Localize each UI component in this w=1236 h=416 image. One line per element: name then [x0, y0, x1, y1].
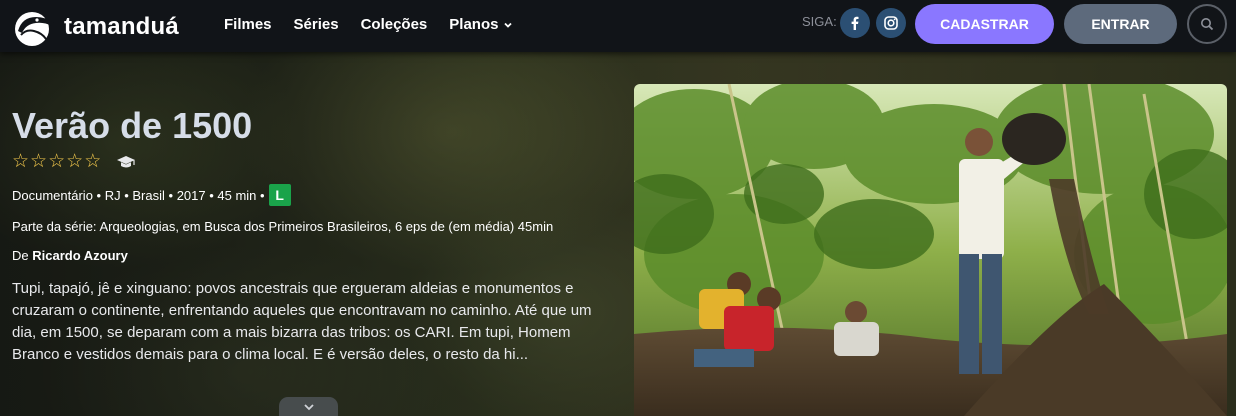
star-2-icon[interactable]: ☆	[30, 150, 47, 173]
nav-link-planos[interactable]: Planos	[449, 16, 513, 33]
login-button[interactable]: ENTRAR	[1064, 4, 1177, 44]
film-title: Verão de 1500	[12, 105, 253, 146]
follow-label: SIGA:	[802, 14, 837, 29]
age-rating-badge: L	[268, 184, 291, 206]
top-navbar: tamanduá Filmes Séries Coleções Planos S…	[0, 0, 1236, 52]
star-1-icon[interactable]: ☆	[12, 150, 29, 173]
star-5-icon[interactable]: ☆	[84, 150, 101, 173]
nav-link-series[interactable]: Séries	[294, 16, 339, 33]
director-name[interactable]: Ricardo Azoury	[32, 248, 128, 263]
film-still-image	[634, 84, 1227, 416]
search-icon	[1201, 18, 1214, 31]
instagram-icon	[884, 16, 898, 30]
meta-separator: •	[256, 187, 265, 203]
director-prefix: De	[12, 248, 29, 263]
facebook-icon	[851, 16, 859, 30]
chevron-down-icon	[504, 22, 513, 28]
main-nav: Filmes Séries Coleções Planos	[224, 16, 535, 33]
graduation-cap-icon	[117, 155, 136, 167]
brand-logo[interactable]: tamanduá	[12, 7, 179, 47]
film-genre: Documentário	[12, 187, 93, 203]
series-info: Parte da série: Arqueologias, em Busca d…	[12, 219, 554, 234]
star-4-icon[interactable]: ☆	[66, 150, 83, 173]
star-rating: ☆ ☆ ☆ ☆ ☆	[12, 150, 136, 173]
signup-button[interactable]: CADASTRAR	[915, 4, 1054, 44]
star-3-icon[interactable]: ☆	[48, 150, 65, 173]
film-duration: 45 min	[217, 187, 257, 203]
expand-synopsis-button[interactable]	[279, 397, 338, 416]
chevron-down-icon	[303, 403, 314, 410]
facebook-link[interactable]	[840, 8, 870, 38]
film-country: Brasil	[132, 187, 165, 203]
brand-name: tamanduá	[64, 13, 179, 40]
instagram-link[interactable]	[876, 8, 906, 38]
film-state: RJ	[104, 187, 121, 203]
anteater-logo-icon	[15, 12, 54, 46]
search-button[interactable]	[1187, 4, 1227, 44]
nav-link-colecoes[interactable]: Coleções	[361, 16, 428, 33]
director-line: De Ricardo Azoury	[12, 248, 128, 263]
film-synopsis: Tupi, tapajó, jê e xinguano: povos ances…	[12, 280, 592, 363]
meta-separator: •	[164, 187, 177, 203]
meta-separator: •	[120, 187, 133, 203]
film-meta: Documentário • RJ • Brasil • 2017 • 45 m…	[12, 184, 291, 206]
meta-separator: •	[92, 187, 105, 203]
meta-separator: •	[205, 187, 218, 203]
nav-link-planos-label: Planos	[449, 16, 499, 33]
nav-link-filmes[interactable]: Filmes	[224, 16, 272, 33]
film-year: 2017	[176, 187, 206, 203]
excavation-scene-illustration	[634, 84, 1227, 416]
